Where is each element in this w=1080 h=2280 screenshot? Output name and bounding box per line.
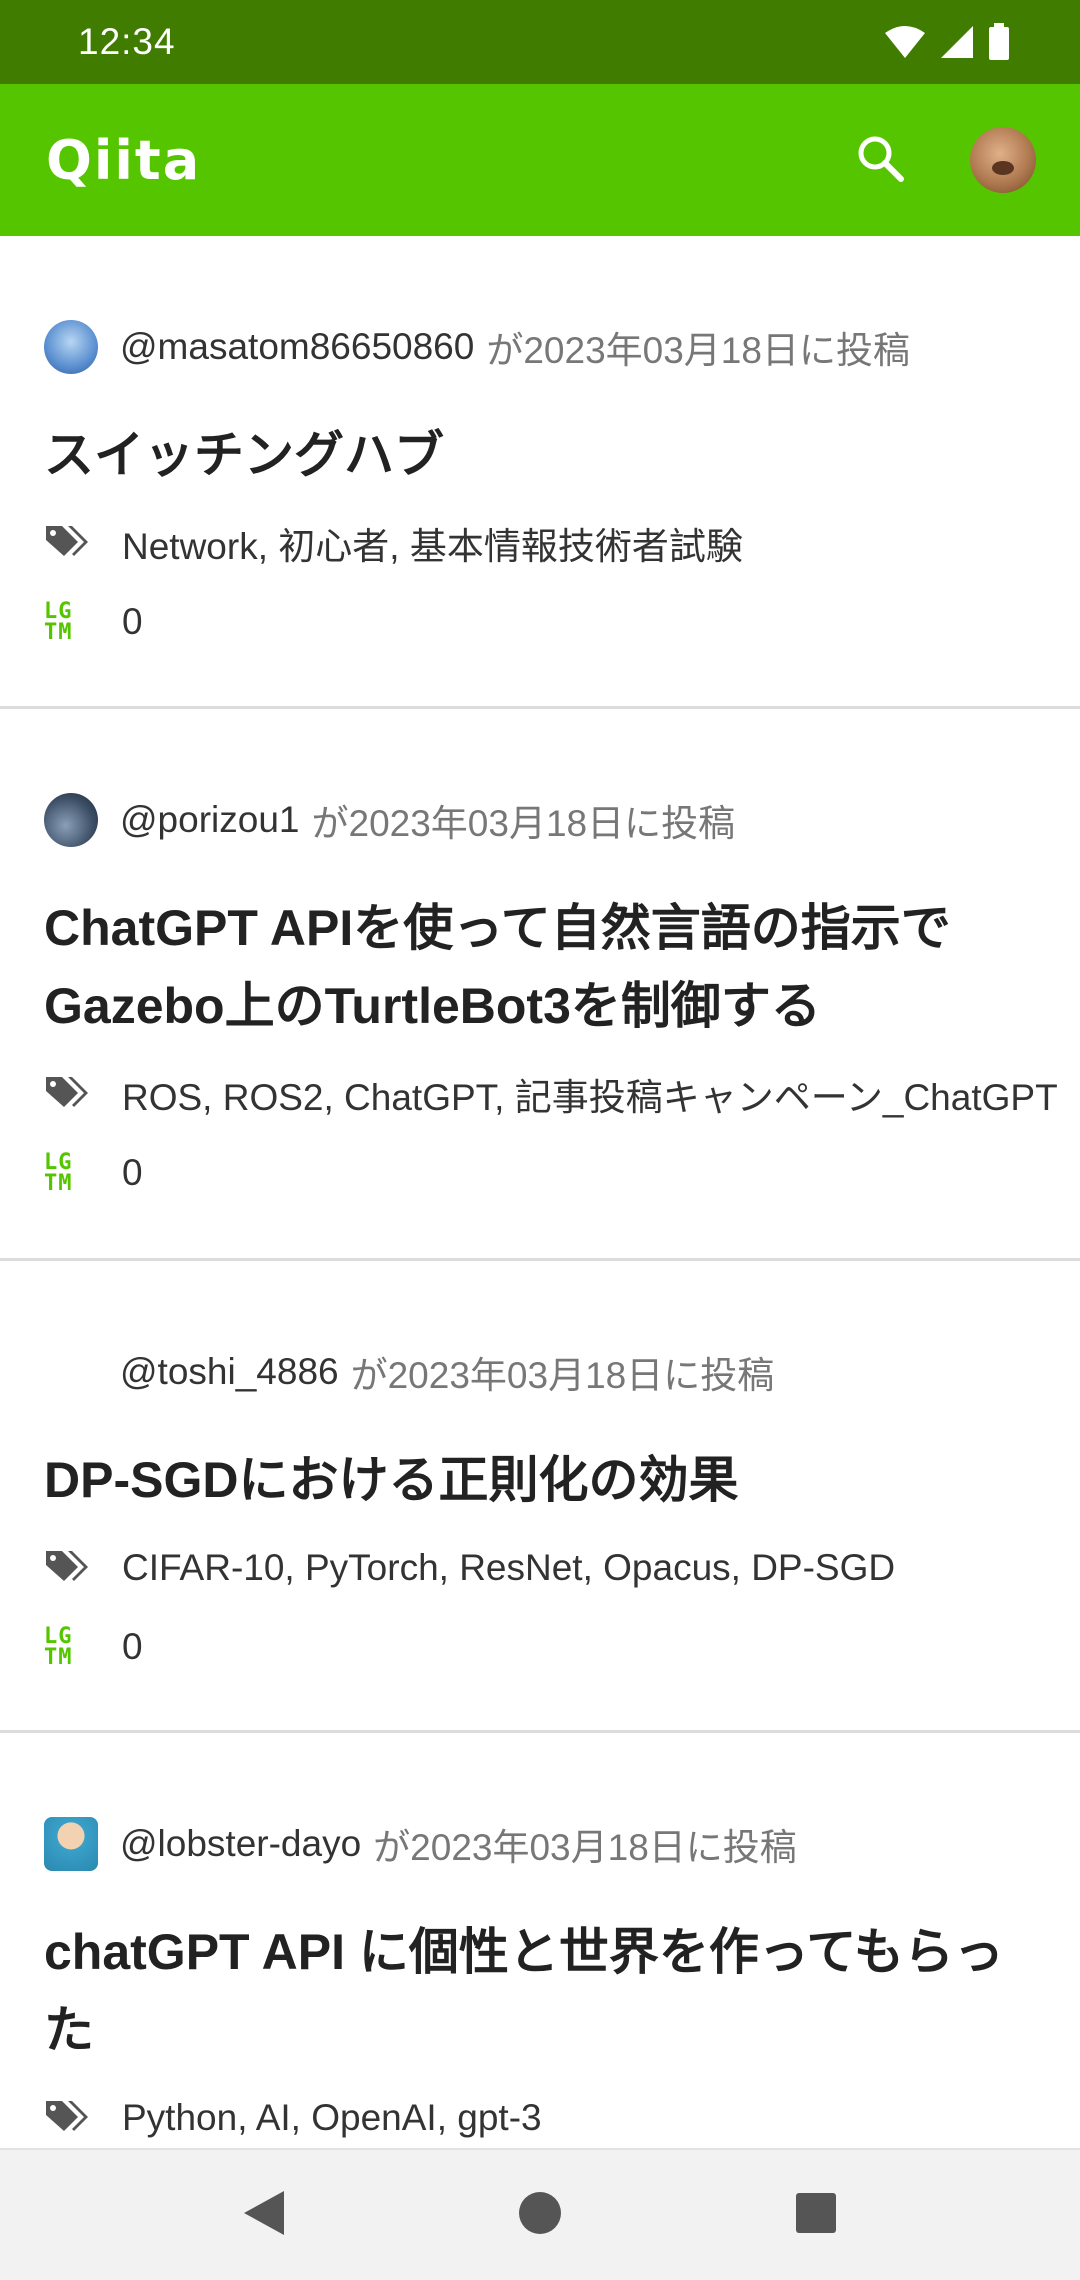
app-logo[interactable]: Qiita	[46, 129, 201, 192]
home-circle-icon	[518, 2191, 562, 2240]
author-row: @lobster-dayo が2023年03月18日に投稿	[44, 1815, 1036, 1873]
article-title[interactable]: chatGPT API に個性と世界を作ってもらった	[44, 1913, 1036, 2069]
lgtm-icon-bottom: TM	[44, 620, 73, 645]
lgtm-count: 0	[122, 1626, 143, 1667]
posted-date: が2023年03月18日に投稿	[373, 1827, 797, 1868]
lgtm-count: 0	[122, 1152, 143, 1193]
recents-button[interactable]	[678, 2192, 954, 2239]
lgtm-icon: LG TM	[44, 1150, 90, 1196]
author-avatar[interactable]	[44, 1817, 98, 1871]
tag-row: ROS, ROS2, ChatGPT, 記事投稿キャンペーン_ChatGPT	[44, 1065, 1058, 1123]
article-title[interactable]: DP-SGDにおける正則化の効果	[44, 1441, 1036, 1519]
article-card[interactable]: @masatom86650860 が2023年03月18日に投稿 スイッチングハ…	[0, 236, 1080, 709]
article-card[interactable]: @toshi_4886 が2023年03月18日に投稿 DP-SGDにおける正則…	[0, 1261, 1080, 1733]
lgtm-icon-bottom: TM	[44, 1171, 73, 1196]
tag-icon	[44, 1075, 90, 1113]
signal-icon	[940, 25, 974, 59]
author-avatar[interactable]	[44, 320, 98, 374]
system-nav-bar	[0, 2148, 1080, 2280]
recents-square-icon	[795, 2192, 837, 2239]
lgtm-count: 0	[122, 601, 143, 642]
home-button[interactable]	[402, 2191, 678, 2240]
author-name[interactable]: @lobster-dayo	[120, 1823, 361, 1865]
user-avatar-button[interactable]	[970, 127, 1036, 193]
status-bar: 12:34	[0, 0, 1080, 84]
tag-row: Python, AI, OpenAI, gpt-3	[44, 2089, 1036, 2147]
app-bar-actions	[840, 120, 1036, 200]
article-card[interactable]: @lobster-dayo が2023年03月18日に投稿 chatGPT AP…	[0, 1733, 1080, 2148]
article-title-line: ChatGPT APIを使って自然言語の指示で	[44, 900, 951, 956]
lgtm-row: LG TM 0	[44, 594, 1036, 650]
posted-date: が2023年03月18日に投稿	[311, 803, 736, 844]
author-name[interactable]: @porizou1	[120, 799, 300, 841]
search-button[interactable]	[840, 120, 920, 200]
lgtm-row: LG TM 0	[44, 1145, 1036, 1201]
tag-row: Network, 初心者, 基本情報技術者試験	[44, 514, 1036, 572]
qiita-app-screen: 12:34 Qiita @masatom86650860 が2023年03月18…	[0, 0, 1080, 2280]
search-icon	[855, 133, 905, 188]
tag-list[interactable]: Network, 初心者, 基本情報技術者試験	[122, 516, 743, 570]
back-triangle-icon	[242, 2189, 286, 2242]
tag-list[interactable]: Python, AI, OpenAI, gpt-3	[122, 2097, 542, 2139]
lgtm-icon: LG TM	[44, 599, 90, 645]
posted-date: が2023年03月18日に投稿	[350, 1355, 775, 1396]
author-avatar[interactable]	[44, 793, 98, 847]
back-button[interactable]	[126, 2189, 402, 2242]
author-row: @masatom86650860 が2023年03月18日に投稿	[44, 318, 1036, 376]
lgtm-row: LG TM 0	[44, 1619, 1036, 1675]
lgtm-icon-bottom: TM	[44, 1645, 73, 1670]
article-feed[interactable]: @masatom86650860 が2023年03月18日に投稿 スイッチングハ…	[0, 236, 1080, 2148]
lgtm-icon-top: LG	[44, 1624, 73, 1649]
status-icons	[884, 23, 1010, 61]
posted-date: が2023年03月18日に投稿	[486, 330, 910, 371]
lgtm-icon-top: LG	[44, 599, 73, 624]
tag-list[interactable]: CIFAR-10, PyTorch, ResNet, Opacus, DP-SG…	[122, 1547, 895, 1589]
author-name[interactable]: @masatom86650860	[120, 326, 474, 368]
status-time: 12:34	[78, 21, 176, 62]
author-name[interactable]: @toshi_4886	[120, 1351, 339, 1393]
wifi-icon	[884, 25, 926, 59]
author-row: @porizou1 が2023年03月18日に投稿	[44, 791, 1036, 849]
tag-icon	[44, 1549, 90, 1587]
tag-icon	[44, 2099, 90, 2137]
article-card[interactable]: @porizou1 が2023年03月18日に投稿 ChatGPT APIを使っ…	[0, 709, 1080, 1261]
article-title-line: Gazebo上のTurtleBot3を制御する	[44, 978, 821, 1034]
tag-icon	[44, 524, 90, 562]
tag-row: CIFAR-10, PyTorch, ResNet, Opacus, DP-SG…	[44, 1539, 1036, 1597]
battery-icon	[988, 23, 1010, 61]
author-row: @toshi_4886 が2023年03月18日に投稿	[44, 1343, 1036, 1401]
lgtm-icon: LG TM	[44, 1624, 90, 1670]
app-bar: Qiita	[0, 84, 1080, 236]
article-title[interactable]: スイッチングハブ	[44, 416, 1036, 494]
author-avatar[interactable]	[44, 1345, 98, 1399]
lgtm-icon-top: LG	[44, 1150, 73, 1175]
article-title[interactable]: ChatGPT APIを使って自然言語の指示で Gazebo上のTurtleBo…	[44, 889, 1036, 1045]
tag-list[interactable]: ROS, ROS2, ChatGPT, 記事投稿キャンペーン_ChatGPT	[122, 1067, 1058, 1121]
